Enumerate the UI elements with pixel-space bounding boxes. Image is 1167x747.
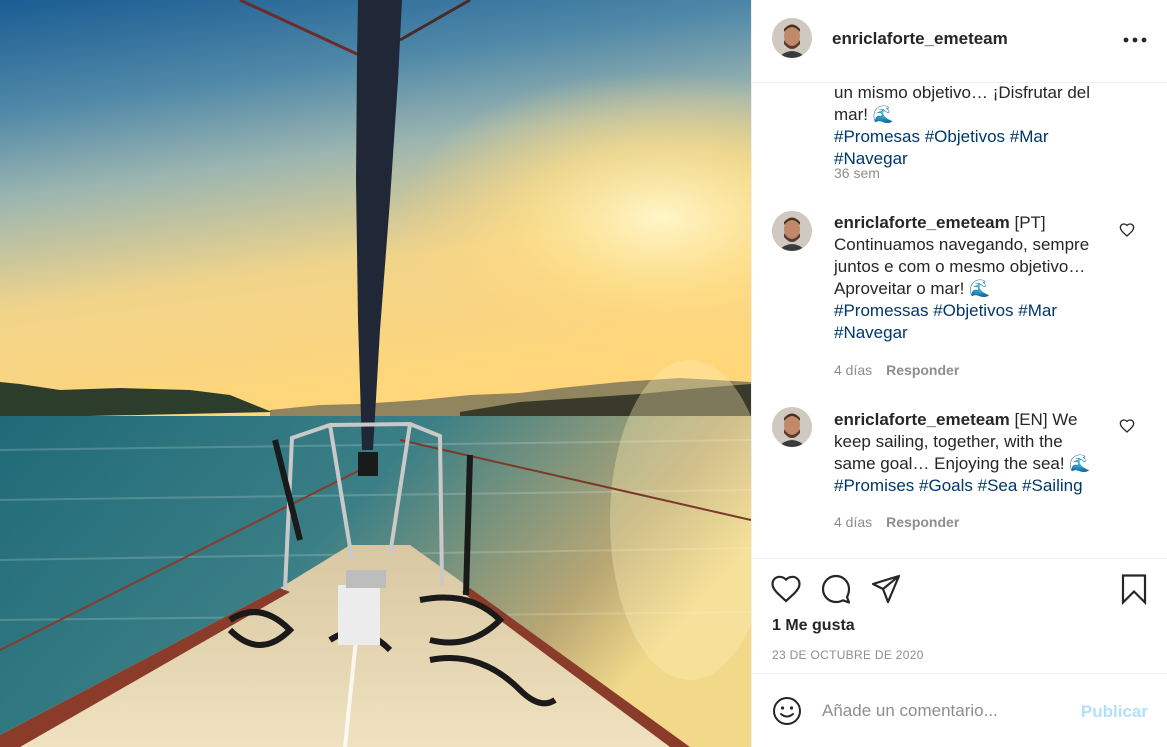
comment-username[interactable]: enriclaforte_emeteam (834, 410, 1010, 429)
share-paper-plane-icon[interactable] (870, 573, 902, 605)
heart-icon[interactable] (770, 573, 802, 605)
post-header: enriclaforte_emeteam (752, 0, 1167, 83)
post-sidebar: enriclaforte_emeteam un mismo objetivo… … (751, 0, 1167, 747)
avatar[interactable] (772, 18, 812, 58)
wave-emoji-icon: 🌊 (969, 279, 991, 298)
emoji-smile-icon[interactable] (772, 696, 802, 726)
caption-text: un mismo objetivo… ¡Disfrutar del mar! 🌊… (834, 84, 1119, 170)
comment-hashtags[interactable]: #Promises #Goals #Sea #Sailing (834, 475, 1119, 497)
likes-count[interactable]: 1 Me gusta (772, 617, 855, 635)
ellipsis-icon[interactable] (1122, 30, 1148, 50)
comment-bubble-icon[interactable] (820, 573, 852, 605)
post-date: 23 DE OCTUBRE DE 2020 (772, 648, 924, 662)
comment-username[interactable]: enriclaforte_emeteam (834, 213, 1010, 232)
comment-meta: 4 días Responder (834, 362, 960, 378)
reply-button[interactable]: Responder (886, 362, 959, 378)
post-author-username[interactable]: enriclaforte_emeteam (832, 29, 1008, 49)
caption-timestamp: 36 sem (834, 165, 880, 181)
comment-avatar[interactable] (772, 407, 812, 447)
comment-meta: 4 días Responder (834, 514, 960, 530)
comments-list[interactable]: un mismo objetivo… ¡Disfrutar del mar! 🌊… (752, 84, 1167, 558)
bookmark-icon[interactable] (1118, 573, 1150, 605)
comment-input[interactable] (822, 698, 1072, 724)
publish-button[interactable]: Publicar (1081, 702, 1148, 722)
reply-button[interactable]: Responder (886, 514, 959, 530)
like-comment-heart-icon[interactable] (1119, 418, 1135, 434)
post-photo[interactable] (0, 0, 751, 747)
comment-text: enriclaforte_emeteam [EN] We keep sailin… (834, 409, 1119, 497)
comment-hashtags[interactable]: #Navegar (834, 322, 1119, 344)
comment-text: enriclaforte_emeteam [PT] Continuamos na… (834, 212, 1119, 344)
wave-emoji-icon: 🌊 (872, 105, 894, 124)
comment-hashtags[interactable]: #Promessas #Objetivos #Mar (834, 300, 1119, 322)
caption-hashtags[interactable]: #Promesas #Objetivos #Mar #Navegar (834, 126, 1119, 170)
comment-avatar[interactable] (772, 211, 812, 251)
post-actions: 1 Me gusta 23 DE OCTUBRE DE 2020 (752, 558, 1167, 673)
wave-emoji-icon: 🌊 (1069, 454, 1091, 473)
add-comment-bar: Publicar (752, 673, 1167, 747)
like-comment-heart-icon[interactable] (1119, 222, 1135, 238)
